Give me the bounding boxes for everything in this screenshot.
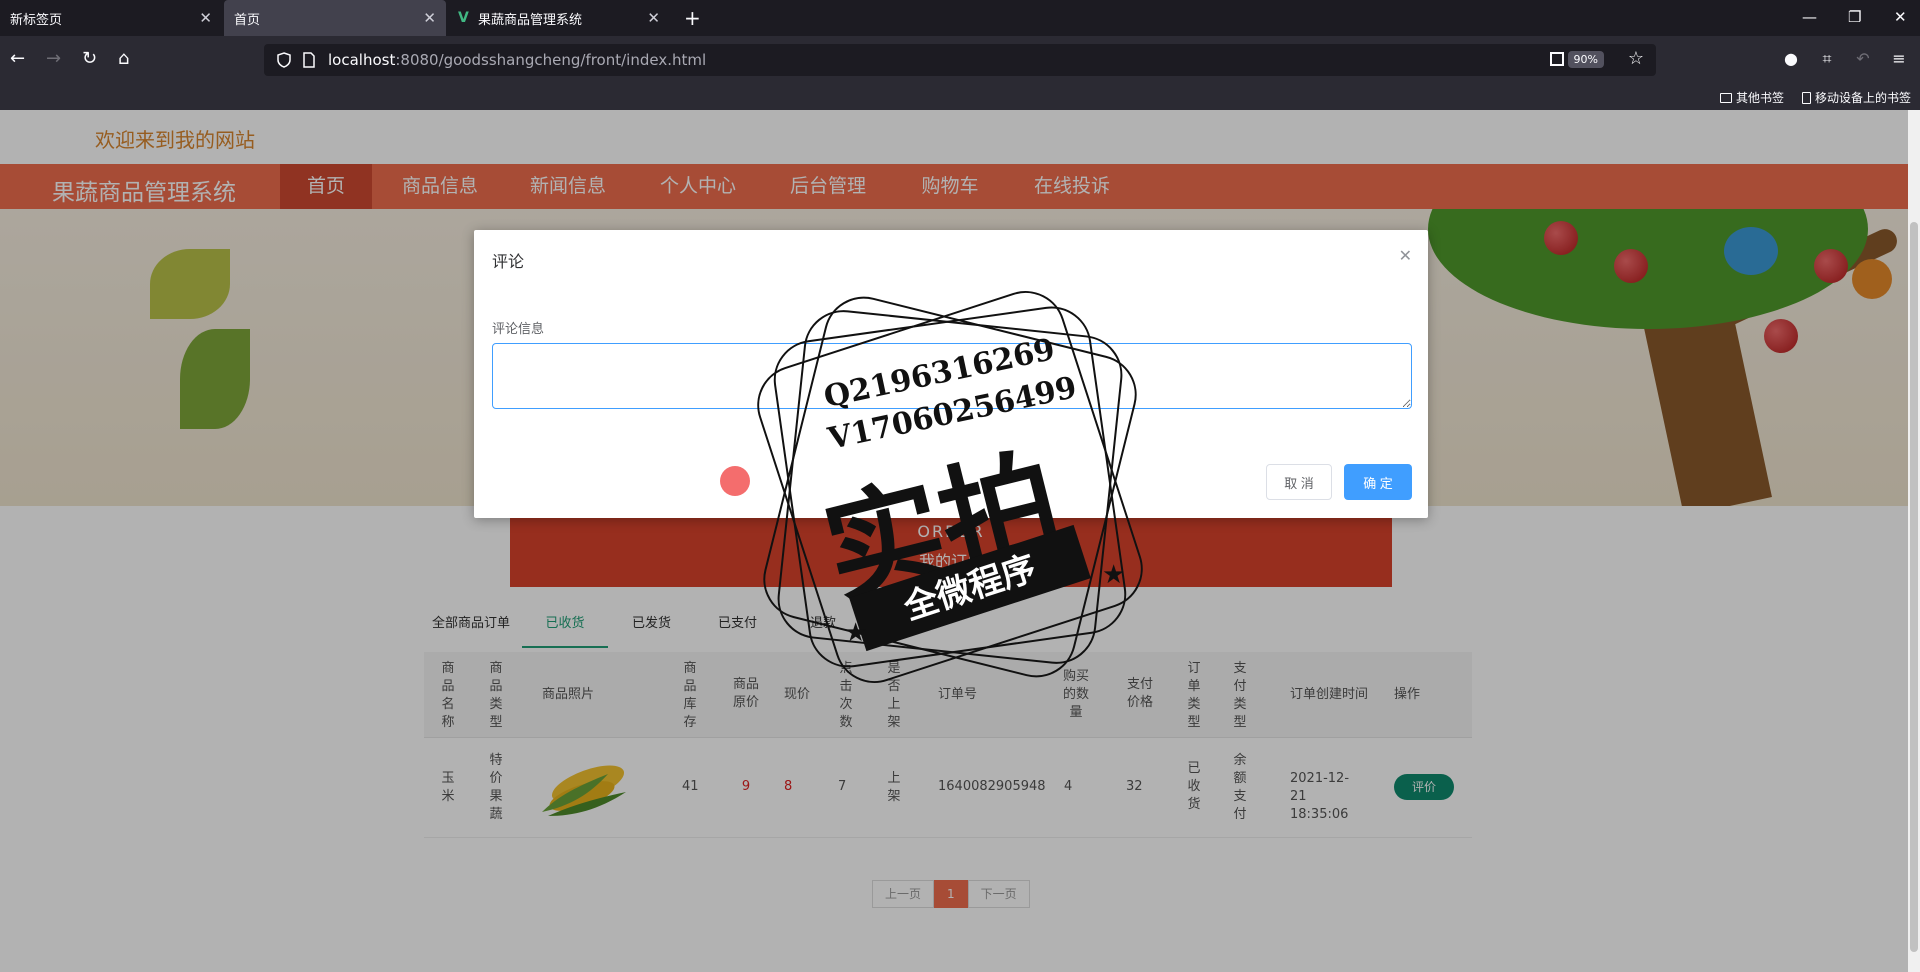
window-close-icon[interactable]: ✕ [1894,8,1907,26]
bookmarks-bar: 其他书签 移动设备上的书签 [0,84,1920,110]
browser-tab-system[interactable]: V 果蔬商品管理系统 ✕ [448,0,670,36]
back-arrow-icon[interactable]: ← [10,49,25,69]
page-icon [303,52,315,68]
bookmark-other[interactable]: 其他书签 [1720,89,1784,106]
vue-logo-icon: V [458,10,469,26]
bookmark-star-icon[interactable]: ☆ [1628,48,1644,69]
bookmark-label: 其他书签 [1736,91,1785,105]
scrollbar-thumb[interactable] [1910,222,1918,952]
shield-icon [277,52,291,68]
comment-textarea[interactable] [492,343,1412,409]
close-icon[interactable]: ✕ [423,9,436,27]
close-icon[interactable]: ✕ [199,9,212,27]
browser-toolbar: ← → ↻ ⌂ localhost:8080/goodsshangcheng/f… [0,36,1920,84]
zoom-level[interactable]: 90% [1567,51,1604,68]
comment-label: 评论信息 [492,322,545,337]
home-icon[interactable]: ⌂ [118,49,129,69]
cancel-button[interactable]: 取 消 [1266,464,1332,500]
url-path: :8080/goodsshangcheng/front/index.html [395,51,707,69]
browser-tab-new[interactable]: 新标签页 ✕ [0,0,222,36]
forward-arrow-icon[interactable]: → [46,49,61,69]
close-icon[interactable]: ✕ [1399,246,1412,265]
tab-label: 新标签页 [10,12,63,28]
url-host: localhost [328,51,396,69]
dialog-title: 评论 [492,252,525,271]
undo-icon[interactable]: ↶ [1854,50,1872,68]
address-bar[interactable]: localhost:8080/goodsshangcheng/front/ind… [264,44,1656,76]
new-tab-plus-icon[interactable]: + [684,6,701,30]
folder-icon [1720,92,1732,103]
crop-icon[interactable]: ⌗ [1818,50,1836,68]
reload-icon[interactable]: ↻ [82,49,97,69]
restore-icon[interactable]: ❐ [1848,8,1861,26]
web-page: 欢迎来到我的网站 果蔬商品管理系统 首页 商品信息 新闻信息 个人中心 后台管理… [0,110,1908,972]
extension-icon[interactable]: ● [1782,50,1800,68]
mobile-icon [1802,91,1811,104]
click-cursor-indicator [720,466,750,496]
comment-dialog: 评论 ✕ 评论信息 取 消 确 定 [474,230,1428,518]
page-scrollbar[interactable] [1908,110,1920,972]
browser-tab-home[interactable]: 首页 ✕ [224,0,446,36]
close-icon[interactable]: ✕ [647,9,660,27]
tab-label: 果蔬商品管理系统 [478,12,583,28]
bookmark-label: 移动设备上的书签 [1815,91,1912,105]
minimize-icon[interactable]: — [1802,8,1817,26]
tab-label: 首页 [234,12,261,28]
qr-code-icon[interactable] [1550,52,1564,66]
menu-icon[interactable]: ≡ [1890,50,1908,68]
browser-tab-strip: 新标签页 ✕ 首页 ✕ V 果蔬商品管理系统 ✕ + — ❐ ✕ [0,0,1920,36]
bookmark-mobile[interactable]: 移动设备上的书签 [1802,89,1911,106]
confirm-button[interactable]: 确 定 [1344,464,1412,500]
